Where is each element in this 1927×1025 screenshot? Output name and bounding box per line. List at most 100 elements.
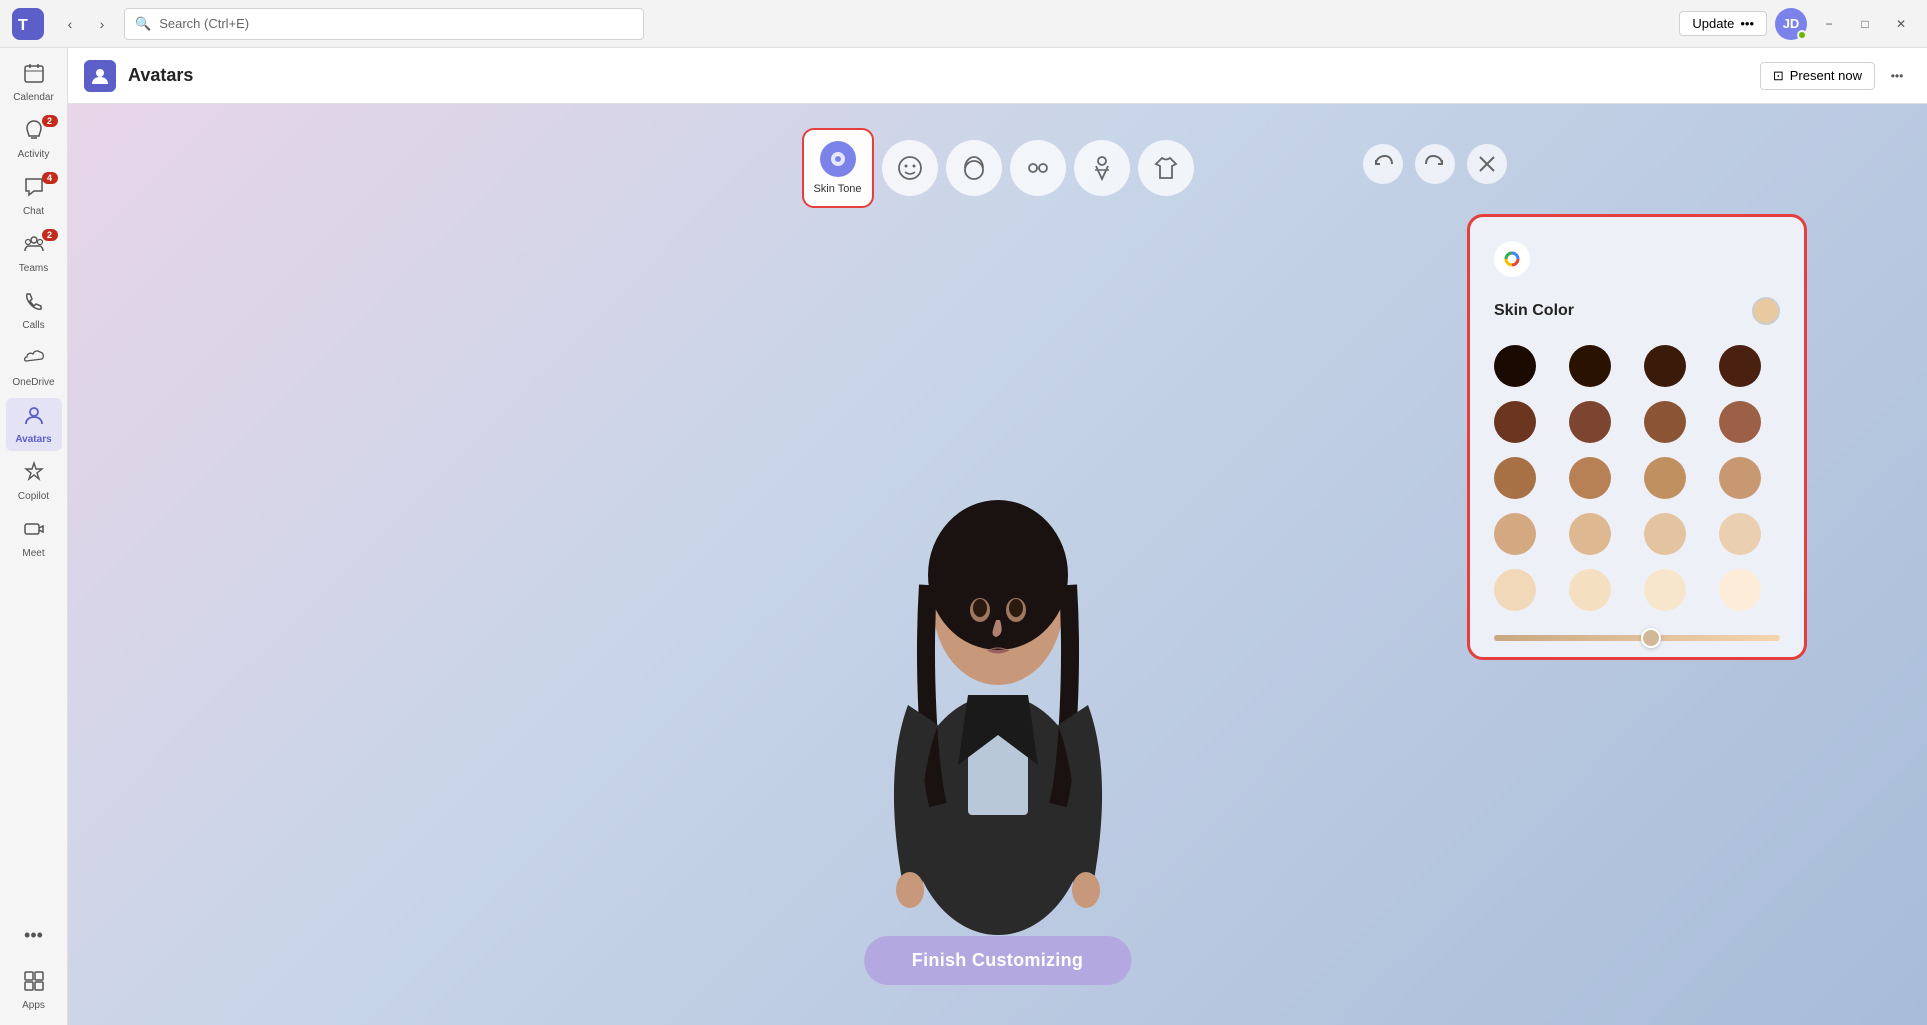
apps-icon xyxy=(23,970,45,998)
google-icon xyxy=(1494,241,1530,277)
teams-icon xyxy=(23,233,45,261)
sidebar-item-activity[interactable]: 2 Activity xyxy=(6,113,62,166)
content-header-title: Avatars xyxy=(128,65,193,86)
teams-logo: T xyxy=(12,8,44,40)
sidebar-item-apps-label: Apps xyxy=(22,1000,45,1011)
color-swatch-16[interactable] xyxy=(1719,513,1761,555)
maximize-button[interactable]: □ xyxy=(1851,10,1879,38)
toolbar-skin-tone[interactable]: Skin Tone xyxy=(802,128,874,208)
content-header: Avatars ⊡ Present now ••• xyxy=(68,48,1927,104)
toolbar-skin-tone-label: Skin Tone xyxy=(813,183,861,195)
search-placeholder: Search (Ctrl+E) xyxy=(159,16,249,31)
color-swatch-3[interactable] xyxy=(1644,345,1686,387)
toolbar-hair[interactable] xyxy=(946,140,1002,196)
sidebar-item-chat[interactable]: 4 Chat xyxy=(6,170,62,223)
finish-customizing-label: Finish Customizing xyxy=(912,950,1083,970)
content-header-icon xyxy=(84,60,116,92)
skin-slider-row xyxy=(1494,635,1780,641)
skin-color-label: Skin Color xyxy=(1494,302,1574,320)
color-swatch-9[interactable] xyxy=(1494,457,1536,499)
sidebar-item-onedrive[interactable]: OneDrive xyxy=(6,341,62,394)
sidebar-item-copilot[interactable]: Copilot xyxy=(6,455,62,508)
sidebar-item-calls-label: Calls xyxy=(22,320,44,331)
skin-slider-thumb[interactable] xyxy=(1641,628,1661,648)
sidebar-item-activity-label: Activity xyxy=(18,149,50,160)
color-swatch-15[interactable] xyxy=(1644,513,1686,555)
user-avatar[interactable]: JD xyxy=(1775,8,1807,40)
color-swatch-7[interactable] xyxy=(1644,401,1686,443)
undo-button[interactable] xyxy=(1363,144,1403,184)
sidebar-item-apps[interactable]: Apps xyxy=(6,964,62,1017)
present-now-label: Present now xyxy=(1790,68,1862,83)
sidebar-item-meet[interactable]: Meet xyxy=(6,512,62,565)
sidebar: Calendar 2 Activity 4 Chat 2 Teams xyxy=(0,48,68,1025)
minimize-button[interactable]: − xyxy=(1815,10,1843,38)
nav-buttons: ‹ › xyxy=(56,10,116,38)
present-icon: ⊡ xyxy=(1773,68,1784,84)
color-swatch-18[interactable] xyxy=(1569,569,1611,611)
calls-icon xyxy=(23,290,45,318)
color-swatch-12[interactable] xyxy=(1719,457,1761,499)
skin-color-panel: Skin Color xyxy=(1467,214,1807,660)
color-swatch-4[interactable] xyxy=(1719,345,1761,387)
update-label: Update xyxy=(1692,16,1734,31)
sidebar-item-calendar[interactable]: Calendar xyxy=(6,56,62,109)
redo-button[interactable] xyxy=(1415,144,1455,184)
color-swatch-13[interactable] xyxy=(1494,513,1536,555)
copilot-icon xyxy=(23,461,45,489)
sidebar-item-meet-label: Meet xyxy=(22,548,44,559)
present-now-button[interactable]: ⊡ Present now xyxy=(1760,62,1875,90)
finish-customizing-button[interactable]: Finish Customizing xyxy=(864,936,1131,985)
right-controls: Update ••• JD − □ ✕ xyxy=(1679,8,1915,40)
skin-tone-slider[interactable] xyxy=(1494,635,1780,641)
toolbar-features[interactable] xyxy=(1010,140,1066,196)
color-swatch-17[interactable] xyxy=(1494,569,1536,611)
color-swatch-8[interactable] xyxy=(1719,401,1761,443)
color-swatch-11[interactable] xyxy=(1644,457,1686,499)
sidebar-item-more[interactable]: ••• xyxy=(6,911,62,960)
sidebar-item-calls[interactable]: Calls xyxy=(6,284,62,337)
skin-selected-swatch xyxy=(1752,297,1780,325)
onedrive-icon xyxy=(23,347,45,375)
activity-badge: 2 xyxy=(42,115,58,127)
more-dots-icon: ••• xyxy=(16,917,51,954)
sidebar-item-chat-label: Chat xyxy=(23,206,44,217)
close-avatar-button[interactable] xyxy=(1467,144,1507,184)
toolbar-body[interactable] xyxy=(1074,140,1130,196)
update-dots: ••• xyxy=(1740,16,1754,31)
skin-color-row: Skin Color xyxy=(1494,297,1780,325)
sidebar-item-teams[interactable]: 2 Teams xyxy=(6,227,62,280)
color-swatch-14[interactable] xyxy=(1569,513,1611,555)
meet-icon xyxy=(23,518,45,546)
skin-panel-header xyxy=(1494,241,1780,277)
close-button[interactable]: ✕ xyxy=(1887,10,1915,38)
color-swatch-19[interactable] xyxy=(1644,569,1686,611)
titlebar: T ‹ › 🔍 Search (Ctrl+E) Update ••• JD − … xyxy=(0,0,1927,48)
color-swatch-6[interactable] xyxy=(1569,401,1611,443)
toolbar-right-actions xyxy=(1363,144,1507,184)
sidebar-item-avatars[interactable]: Avatars xyxy=(6,398,62,451)
content-area: Avatars ⊡ Present now ••• Skin Tone xyxy=(68,48,1927,1025)
color-swatch-2[interactable] xyxy=(1569,345,1611,387)
toolbar-clothing[interactable] xyxy=(1138,140,1194,196)
sidebar-item-avatars-label: Avatars xyxy=(15,434,51,445)
sidebar-item-calendar-label: Calendar xyxy=(13,92,54,103)
content-more-button[interactable]: ••• xyxy=(1883,62,1911,90)
color-swatch-1[interactable] xyxy=(1494,345,1536,387)
search-icon: 🔍 xyxy=(135,16,151,32)
toolbar: Skin Tone xyxy=(802,128,1194,208)
sidebar-item-onedrive-label: OneDrive xyxy=(12,377,54,388)
svg-text:T: T xyxy=(18,17,28,34)
avatar-area: Skin Tone xyxy=(68,104,1927,1025)
forward-button[interactable]: › xyxy=(88,10,116,38)
color-swatch-10[interactable] xyxy=(1569,457,1611,499)
back-button[interactable]: ‹ xyxy=(56,10,84,38)
content-header-right: ⊡ Present now ••• xyxy=(1760,62,1911,90)
search-bar[interactable]: 🔍 Search (Ctrl+E) xyxy=(124,8,644,40)
color-swatch-5[interactable] xyxy=(1494,401,1536,443)
color-swatch-20[interactable] xyxy=(1719,569,1761,611)
chat-badge: 4 xyxy=(42,172,58,184)
activity-icon xyxy=(23,119,45,147)
update-button[interactable]: Update ••• xyxy=(1679,11,1767,36)
toolbar-face[interactable] xyxy=(882,140,938,196)
